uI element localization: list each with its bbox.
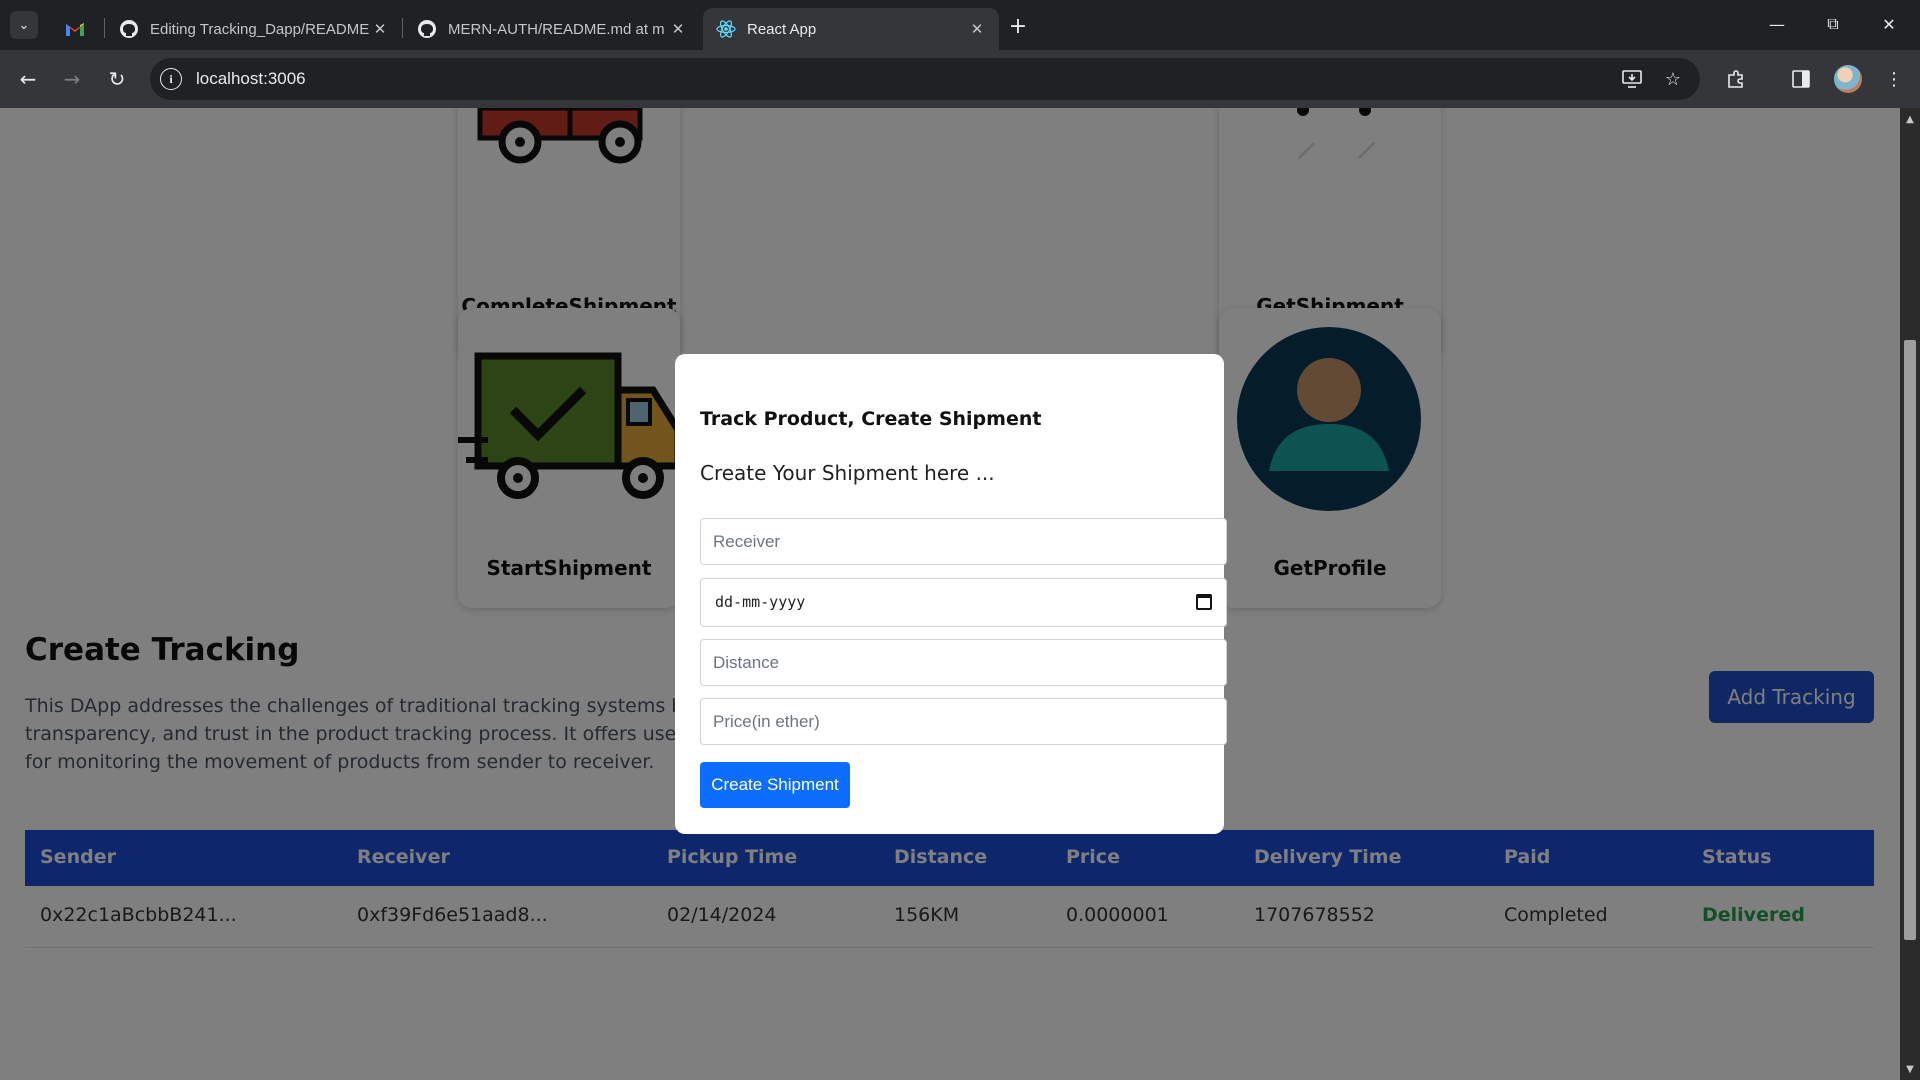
date-placeholder: dd-mm-yyyy — [715, 593, 806, 611]
tab-gmail[interactable] — [52, 8, 104, 50]
tab-search-icon[interactable]: ⌄ — [10, 11, 38, 39]
distance-input[interactable] — [700, 639, 1227, 686]
price-input[interactable] — [700, 698, 1227, 745]
window-close-icon[interactable]: ✕ — [1866, 6, 1912, 42]
back-icon[interactable]: ← — [12, 63, 44, 95]
calendar-icon[interactable] — [1196, 594, 1212, 610]
tab-separator — [104, 18, 105, 38]
site-info-icon[interactable]: i — [160, 68, 182, 90]
pickup-date-input[interactable]: dd-mm-yyyy — [700, 578, 1227, 627]
receiver-input[interactable] — [700, 518, 1227, 565]
extensions-icon[interactable] — [1720, 63, 1752, 95]
reload-icon[interactable]: ↻ — [101, 63, 133, 95]
github-icon — [416, 18, 438, 40]
bookmark-star-icon[interactable]: ☆ — [1661, 67, 1685, 91]
github-icon — [118, 18, 140, 40]
gmail-icon — [64, 18, 86, 40]
browser-tab-strip: ⌄ Editing Tracking_Dapp/README ✕ MERN-AU… — [0, 0, 1920, 50]
scrollbar-thumb[interactable] — [1904, 340, 1916, 940]
tab-editing-readme[interactable]: Editing Tracking_Dapp/README ✕ — [106, 8, 402, 50]
close-icon[interactable]: ✕ — [967, 20, 987, 38]
tab-separator — [402, 18, 403, 38]
minimize-icon[interactable]: — — [1754, 6, 1800, 42]
close-icon[interactable]: ✕ — [668, 20, 688, 38]
browser-toolbar: ← → ↻ i localhost:3006 ☆ ⋮ — [0, 50, 1920, 108]
tab-label: React App — [747, 20, 817, 38]
scroll-down-icon[interactable]: ▼ — [1900, 1060, 1920, 1078]
modal-title: Track Product, Create Shipment — [700, 408, 1042, 430]
tab-mern-auth-readme[interactable]: MERN-AUTH/README.md at m ✕ — [404, 8, 700, 50]
new-tab-icon[interactable]: + — [1004, 12, 1032, 40]
address-bar[interactable]: i localhost:3006 ☆ — [150, 58, 1700, 100]
tab-react-app[interactable]: React App ✕ — [703, 8, 999, 50]
create-shipment-button[interactable]: Create Shipment — [700, 762, 850, 808]
menu-kebab-icon[interactable]: ⋮ — [1878, 63, 1910, 95]
page-viewport: CompleteShipment GetShipment StartShipme… — [0, 108, 1900, 1080]
side-panel-icon[interactable] — [1785, 63, 1817, 95]
install-app-icon[interactable] — [1620, 67, 1644, 91]
page-scrollbar[interactable]: ▲ ▼ — [1900, 108, 1920, 1080]
restore-icon[interactable]: ⧉ — [1810, 6, 1856, 42]
forward-icon[interactable]: → — [56, 63, 88, 95]
tab-label: Editing Tracking_Dapp/README — [150, 20, 370, 38]
close-icon[interactable]: ✕ — [370, 20, 390, 38]
create-shipment-modal: Track Product, Create Shipment Create Yo… — [675, 354, 1227, 834]
scroll-up-icon[interactable]: ▲ — [1900, 110, 1920, 128]
modal-subtitle: Create Your Shipment here ... — [700, 461, 995, 485]
react-icon — [715, 18, 737, 40]
profile-avatar[interactable] — [1834, 65, 1862, 93]
url-text[interactable]: localhost:3006 — [196, 69, 306, 89]
tab-label: MERN-AUTH/README.md at m — [448, 20, 665, 38]
